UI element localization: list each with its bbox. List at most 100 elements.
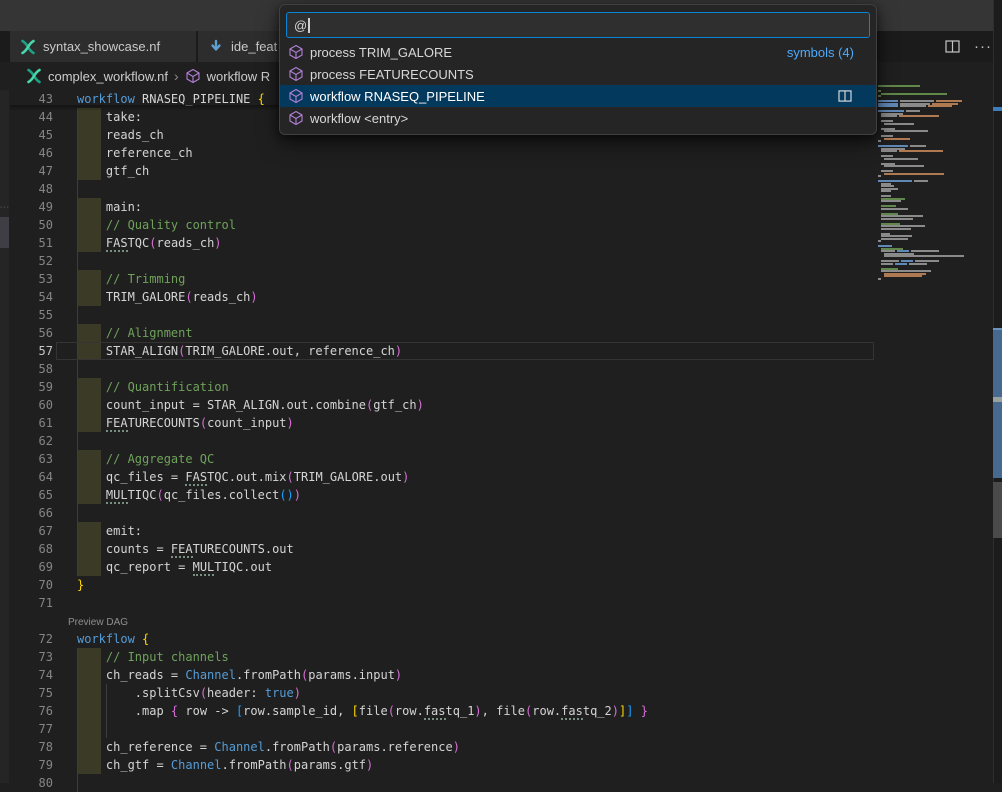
tab-label: ide_feat bbox=[231, 39, 277, 54]
code-line-64[interactable]: 64qc_files = FASTQC.out.mix(TRIM_GALORE.… bbox=[0, 468, 1002, 486]
code-text: STAR_ALIGN(TRIM_GALORE.out, reference_ch… bbox=[77, 344, 402, 358]
scrollbar-thumb[interactable] bbox=[993, 482, 1002, 538]
code-text: ch_reference = Channel.fromPath(params.r… bbox=[77, 740, 460, 754]
code-text: MULTIQC(qc_files.collect()) bbox=[77, 488, 301, 502]
code-line-78[interactable]: 78 ch_reference = Channel.fromPath(params… bbox=[0, 738, 1002, 756]
code-line-74[interactable]: 74 ch_reads = Channel.fromPath(params.inp… bbox=[0, 666, 1002, 684]
code-line-46[interactable]: 46 reference_ch bbox=[0, 144, 1002, 162]
symbol-icon bbox=[288, 110, 304, 126]
code-line-76[interactable]: 76.map { row -> [row.sample_id, [file(ro… bbox=[0, 702, 1002, 720]
code-line-68[interactable]: 68 counts = FEATURECOUNTS.out bbox=[0, 540, 1002, 558]
code-text: // Quantification bbox=[77, 380, 229, 394]
line-number: 77 bbox=[0, 720, 53, 738]
code-text: // Trimming bbox=[77, 272, 185, 286]
code-text: ch_reads = Channel.fromPath(params.input… bbox=[77, 668, 402, 682]
code-line-48[interactable]: 48 bbox=[0, 180, 1002, 198]
line-number: 78 bbox=[0, 738, 53, 756]
line-number: 74 bbox=[0, 666, 53, 684]
code-text: FEATURECOUNTS(count_input) bbox=[77, 416, 294, 430]
code-line-80[interactable]: 80 bbox=[0, 774, 1002, 792]
breadcrumb-separator: › bbox=[174, 68, 179, 84]
code-line-56[interactable]: 56// Alignment bbox=[0, 324, 1002, 342]
line-number: 55 bbox=[0, 306, 53, 324]
split-editor-button[interactable] bbox=[945, 40, 960, 53]
code-text bbox=[77, 308, 106, 322]
line-number: 52 bbox=[0, 252, 53, 270]
code-text: } bbox=[77, 578, 84, 592]
line-number: 73 bbox=[0, 648, 53, 666]
code-text bbox=[77, 722, 135, 736]
quick-pick-item-0[interactable]: process TRIM_GALOREsymbols (4) bbox=[280, 41, 876, 63]
line-number: 44 bbox=[0, 108, 53, 126]
code-line-52[interactable]: 52 bbox=[0, 252, 1002, 270]
code-line-67[interactable]: 67emit: bbox=[0, 522, 1002, 540]
line-number: 75 bbox=[0, 684, 53, 702]
code-line-70[interactable]: 70} bbox=[0, 576, 1002, 594]
more-actions-button[interactable]: ··· bbox=[974, 38, 992, 55]
code-text: // Aggregate QC bbox=[77, 452, 214, 466]
code-line-73[interactable]: 73// Input channels bbox=[0, 648, 1002, 666]
code-line-66[interactable]: 66 bbox=[0, 504, 1002, 522]
codelens-link[interactable]: Preview DAG bbox=[68, 617, 128, 628]
quick-input-panel: @ process TRIM_GALOREsymbols (4)process … bbox=[279, 4, 877, 135]
code-line-49[interactable]: 49main: bbox=[0, 198, 1002, 216]
code-text: counts = FEATURECOUNTS.out bbox=[77, 542, 294, 556]
line-number: 68 bbox=[0, 540, 53, 558]
code-line-58[interactable]: 58 bbox=[0, 360, 1002, 378]
code-text: emit: bbox=[77, 524, 142, 538]
line-number: 47 bbox=[0, 162, 53, 180]
quick-input-query: @ bbox=[294, 18, 307, 33]
code-editor[interactable]: 43workflow RNASEQ_PIPELINE {44take:45rea… bbox=[0, 90, 1002, 792]
nextflow-icon bbox=[26, 68, 42, 84]
quick-pick-item-1[interactable]: process FEATURECOUNTS bbox=[280, 63, 876, 85]
line-number: 60 bbox=[0, 396, 53, 414]
quick-pick-label: workflow <entry> bbox=[310, 111, 408, 126]
breadcrumb-symbol[interactable]: workflow R bbox=[207, 69, 271, 84]
code-line-53[interactable]: 53// Trimming bbox=[0, 270, 1002, 288]
code-line-72[interactable]: 72workflow { bbox=[0, 630, 1002, 648]
code-text: // Alignment bbox=[77, 326, 193, 340]
line-number: 63 bbox=[0, 450, 53, 468]
code-text: qc_report = MULTIQC.out bbox=[77, 560, 272, 574]
code-line-75[interactable]: 75.splitCsv(header: true) bbox=[0, 684, 1002, 702]
line-number: 70 bbox=[0, 576, 53, 594]
quick-pick-item-3[interactable]: workflow <entry> bbox=[280, 107, 876, 129]
code-line-61[interactable]: 61FEATURECOUNTS(count_input) bbox=[0, 414, 1002, 432]
code-line-63[interactable]: 63 // Aggregate QC bbox=[0, 450, 1002, 468]
code-line-47[interactable]: 47gtf_ch bbox=[0, 162, 1002, 180]
minimap[interactable] bbox=[878, 85, 978, 280]
code-line-50[interactable]: 50// Quality control bbox=[0, 216, 1002, 234]
symbol-icon bbox=[185, 68, 201, 84]
code-line-71[interactable]: 71 bbox=[0, 594, 1002, 612]
line-number: 80 bbox=[0, 774, 53, 792]
code-text: // Quality control bbox=[77, 218, 236, 232]
split-editor-icon[interactable] bbox=[838, 90, 868, 102]
breadcrumb-file[interactable]: complex_workflow.nf bbox=[48, 69, 168, 84]
code-line-69[interactable]: 69qc_report = MULTIQC.out bbox=[0, 558, 1002, 576]
quick-input-box[interactable]: @ bbox=[286, 12, 870, 38]
line-number: 64 bbox=[0, 468, 53, 486]
scrollbar-region-highlight[interactable] bbox=[993, 328, 1002, 478]
code-line-60[interactable]: 60count_input = STAR_ALIGN.out.combine(g… bbox=[0, 396, 1002, 414]
code-line-57[interactable]: 57STAR_ALIGN(TRIM_GALORE.out, reference_… bbox=[0, 342, 1002, 360]
tab-syntax-showcase[interactable]: syntax_showcase.nf bbox=[10, 31, 196, 62]
code-line-54[interactable]: 54TRIM_GALORE(reads_ch) bbox=[0, 288, 1002, 306]
code-line-77[interactable]: 77 bbox=[0, 720, 1002, 738]
codelens-row[interactable]: Preview DAG bbox=[0, 612, 1002, 630]
tab-label: syntax_showcase.nf bbox=[43, 39, 160, 54]
code-line-65[interactable]: 65MULTIQC(qc_files.collect()) bbox=[0, 486, 1002, 504]
line-number: 59 bbox=[0, 378, 53, 396]
code-line-79[interactable]: 79ch_gtf = Channel.fromPath(params.gtf) bbox=[0, 756, 1002, 774]
code-line-62[interactable]: 62 bbox=[0, 432, 1002, 450]
code-text: FASTQC(reads_ch) bbox=[77, 236, 222, 250]
code-text: workflow { bbox=[77, 632, 149, 646]
line-number: 58 bbox=[0, 360, 53, 378]
overview-cursor-mark bbox=[993, 397, 1002, 402]
line-number: 46 bbox=[0, 144, 53, 162]
code-line-51[interactable]: 51FASTQC(reads_ch) bbox=[0, 234, 1002, 252]
quick-pick-item-2[interactable]: workflow RNASEQ_PIPELINE bbox=[280, 85, 876, 107]
code-text: take: bbox=[77, 110, 142, 124]
code-line-55[interactable]: 55 bbox=[0, 306, 1002, 324]
code-text: reference_ch bbox=[77, 146, 193, 160]
code-line-59[interactable]: 59 // Quantification bbox=[0, 378, 1002, 396]
